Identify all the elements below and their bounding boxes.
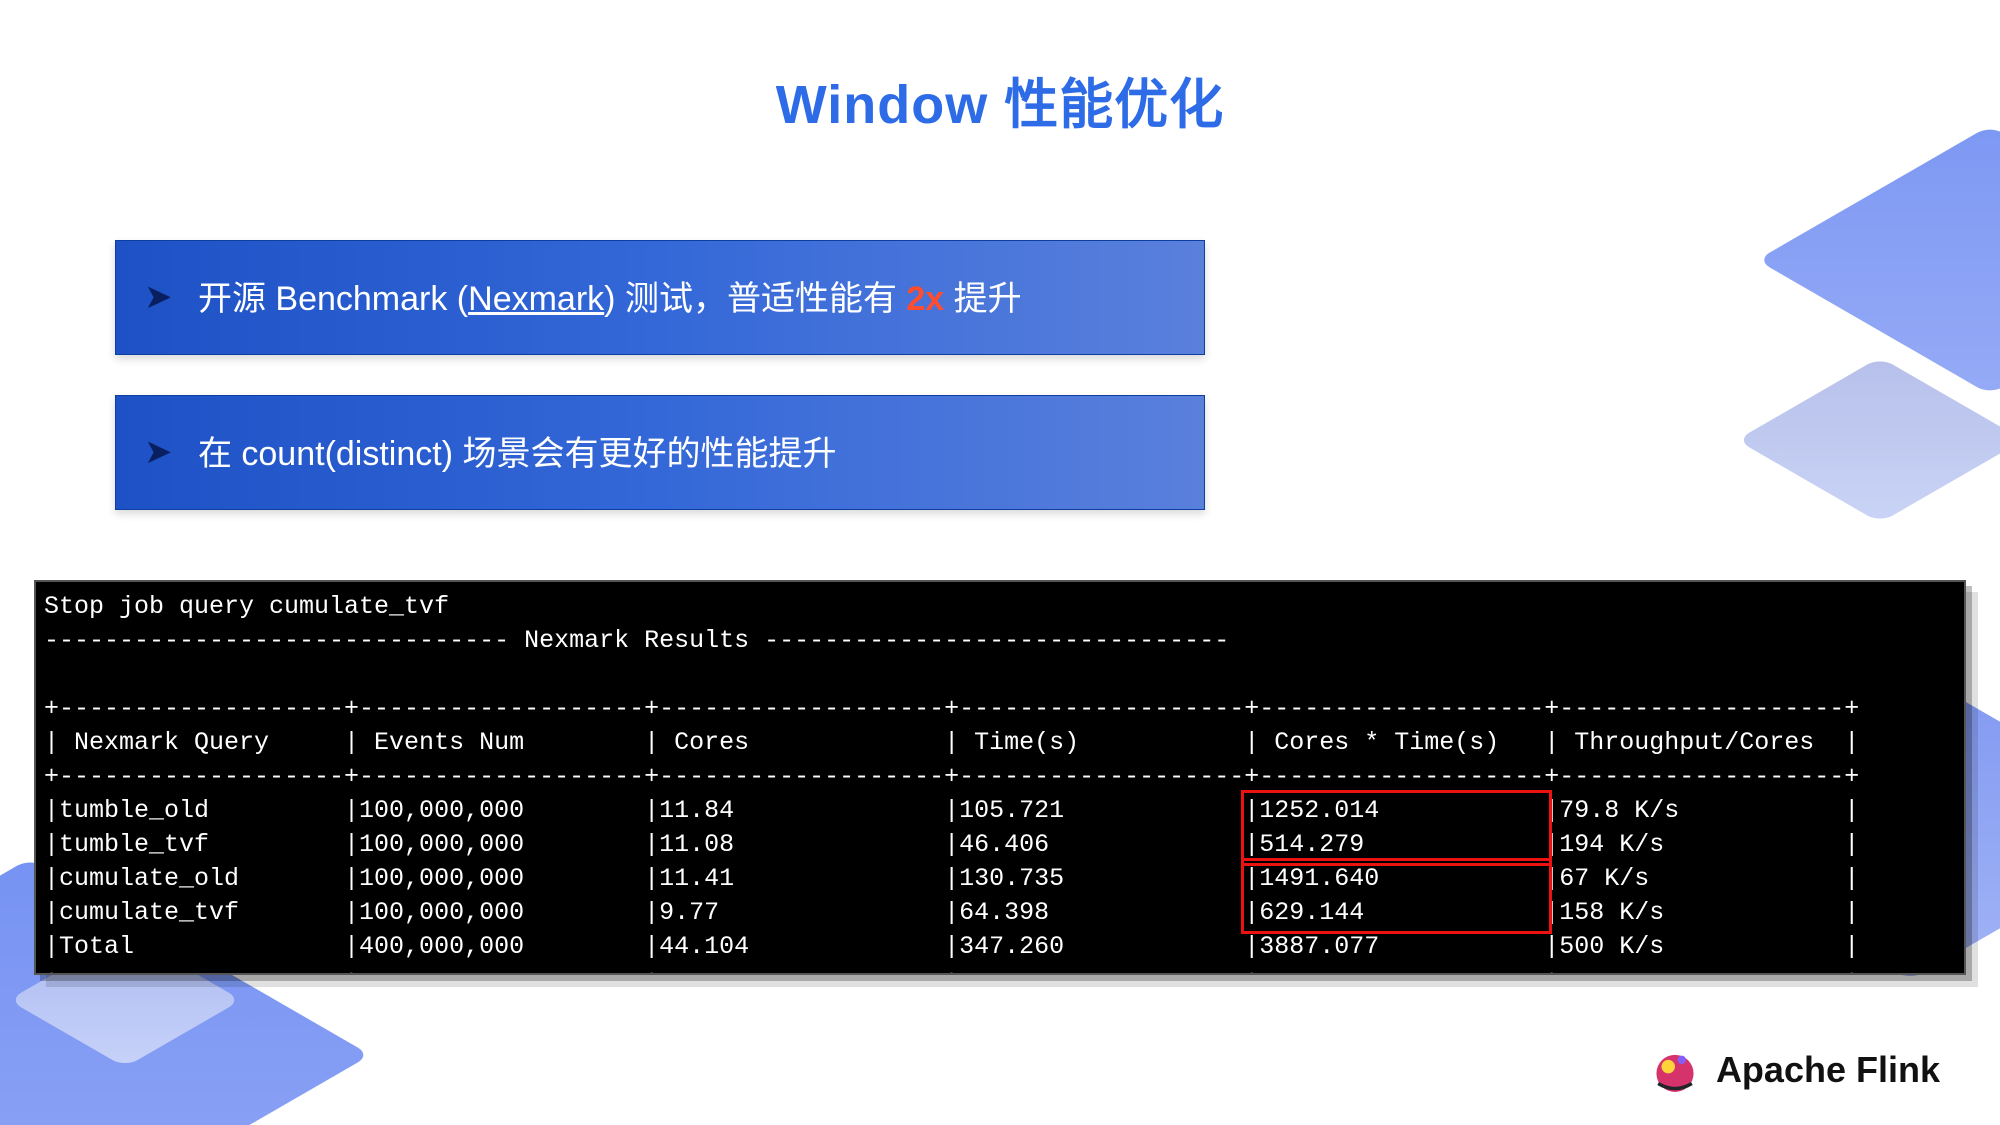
footer-text: Apache Flink xyxy=(1716,1049,1940,1091)
bullet-one-highlight: 2x xyxy=(906,280,944,318)
bg-cube xyxy=(1737,357,2000,523)
bullet-icon: ➤ xyxy=(144,432,173,472)
bullet-one-mid: ) 测试，普适性能有 xyxy=(604,280,906,318)
terminal-output: Stop job query cumulate_tvf ------------… xyxy=(34,580,1966,975)
bullet-two-text: 在 count(distinct) 场景会有更好的性能提升 xyxy=(198,435,837,473)
flink-logo-icon xyxy=(1648,1043,1702,1097)
bullet-two: ➤ 在 count(distinct) 场景会有更好的性能提升 xyxy=(115,395,1205,510)
bg-cube xyxy=(1757,125,2000,394)
bullet-one-link: Nexmark xyxy=(468,280,604,318)
footer: Apache Flink xyxy=(1648,1043,1940,1097)
bullet-one-post: 提升 xyxy=(944,280,1021,318)
bullet-one: ➤ 开源 Benchmark (Nexmark) 测试，普适性能有 2x 提升 xyxy=(115,240,1205,355)
slide-title: Window 性能优化 xyxy=(0,60,2000,139)
bullet-one-pre: 开源 Benchmark ( xyxy=(198,280,468,318)
bullet-icon: ➤ xyxy=(144,277,173,317)
